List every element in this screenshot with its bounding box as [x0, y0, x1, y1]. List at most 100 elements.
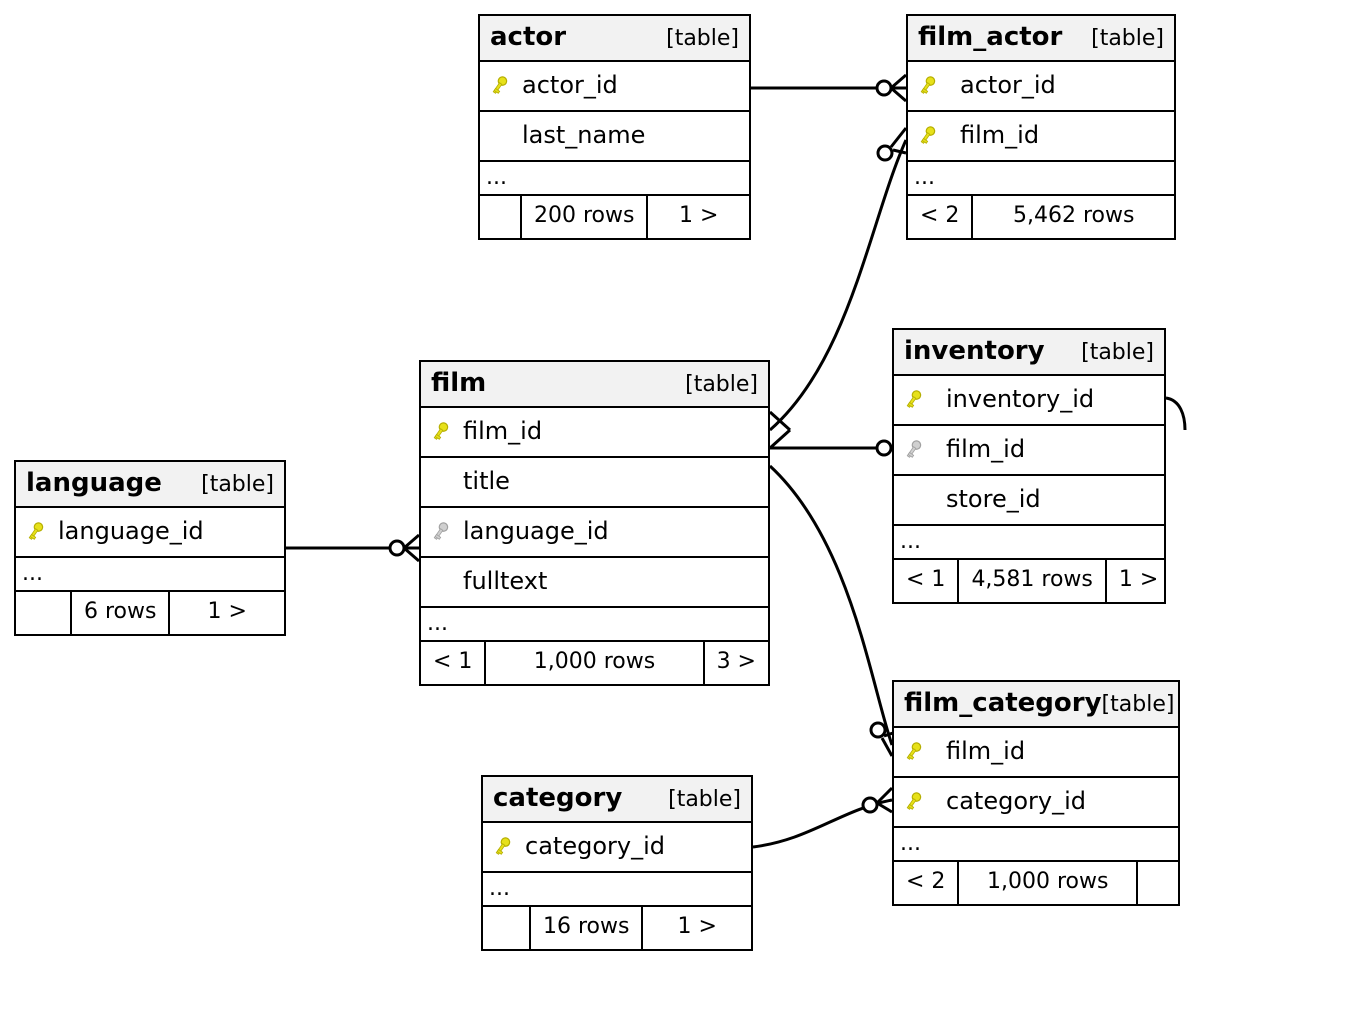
footer-empty	[16, 592, 72, 634]
primary-key-icon	[493, 835, 511, 857]
table-inventory: inventory [table] inventory_id film_id s…	[892, 328, 1166, 604]
table-footer: < 2 1,000 rows	[894, 862, 1178, 904]
row-count: 4,581 rows	[959, 560, 1106, 602]
table-category: category [table] category_id ... 16 rows…	[481, 775, 753, 951]
table-type: [table]	[1091, 26, 1164, 51]
in-count: < 2	[894, 862, 959, 904]
footer-empty	[483, 907, 531, 949]
table-type: [table]	[666, 26, 739, 51]
column-name: category_id	[946, 787, 1086, 815]
table-name: inventory	[904, 336, 1045, 366]
table-type: [table]	[1102, 692, 1175, 717]
primary-key-icon	[904, 790, 922, 812]
row-count: 1,000 rows	[486, 642, 704, 684]
table-film-category: film_category [table] film_id category_i…	[892, 680, 1180, 906]
row-count: 5,462 rows	[973, 196, 1174, 238]
table-actor: actor [table] actor_id last_name ... 200…	[478, 14, 751, 240]
column-name: film_id	[946, 737, 1025, 765]
table-header: film_actor [table]	[908, 16, 1174, 62]
out-count: 1 >	[170, 592, 284, 634]
row-count: 16 rows	[531, 907, 643, 949]
row-count: 6 rows	[72, 592, 170, 634]
edge-actor-filmactor	[751, 75, 906, 101]
foreign-key-icon	[431, 520, 449, 542]
more-columns-ellipsis: ...	[16, 558, 284, 592]
primary-key-icon	[918, 74, 936, 96]
primary-key-icon	[431, 420, 449, 442]
column-name: actor_id	[522, 71, 618, 99]
more-columns-ellipsis: ...	[894, 828, 1178, 862]
column-row: film_id	[421, 408, 768, 458]
more-columns-ellipsis: ...	[421, 608, 768, 642]
column-name: category_id	[525, 832, 665, 860]
in-count: < 1	[894, 560, 959, 602]
table-type: [table]	[668, 787, 741, 812]
out-count: 1 >	[1107, 560, 1170, 602]
table-film: film [table] film_id title language_id f…	[419, 360, 770, 686]
edge-language-film	[286, 535, 419, 561]
table-name: language	[26, 468, 162, 498]
table-name: category	[493, 783, 622, 813]
column-row: language_id	[421, 508, 768, 558]
edge-film-filmcategory	[770, 466, 896, 756]
column-row: film_id	[908, 112, 1174, 162]
footer-empty	[1138, 862, 1178, 904]
column-row: inventory_id	[894, 376, 1164, 426]
footer-empty	[480, 196, 522, 238]
table-name: film_category	[904, 688, 1102, 718]
table-name: film_actor	[918, 22, 1062, 52]
table-language: language [table] language_id ... 6 rows …	[14, 460, 286, 636]
table-type: [table]	[1081, 340, 1154, 365]
edge-inventory-out	[1166, 398, 1185, 430]
column-row: language_id	[16, 508, 284, 558]
primary-key-icon	[26, 520, 44, 542]
column-row: fulltext	[421, 558, 768, 608]
primary-key-icon	[904, 388, 922, 410]
column-name: last_name	[522, 121, 645, 149]
column-name: title	[463, 467, 510, 495]
column-row: film_id	[894, 728, 1178, 778]
more-columns-ellipsis: ...	[480, 162, 749, 196]
primary-key-icon	[904, 740, 922, 762]
out-count: 1 >	[643, 907, 751, 949]
table-header: category [table]	[483, 777, 751, 823]
column-row: actor_id	[480, 62, 749, 112]
column-name: fulltext	[463, 567, 547, 595]
column-row: actor_id	[908, 62, 1174, 112]
table-film-actor: film_actor [table] actor_id film_id ... …	[906, 14, 1176, 240]
row-count: 200 rows	[522, 196, 648, 238]
column-row: film_id	[894, 426, 1164, 476]
er-diagram-canvas: language [table] language_id ... 6 rows …	[0, 0, 1356, 1036]
primary-key-icon	[918, 124, 936, 146]
table-header: inventory [table]	[894, 330, 1164, 376]
table-header: film [table]	[421, 362, 768, 408]
column-row: category_id	[483, 823, 751, 873]
column-row: category_id	[894, 778, 1178, 828]
table-footer: < 1 1,000 rows 3 >	[421, 642, 768, 684]
column-name: film_id	[463, 417, 542, 445]
column-row: last_name	[480, 112, 749, 162]
table-footer: < 1 4,581 rows 1 >	[894, 560, 1164, 602]
table-name: actor	[490, 22, 566, 52]
more-columns-ellipsis: ...	[908, 162, 1174, 196]
more-columns-ellipsis: ...	[894, 526, 1164, 560]
primary-key-icon	[490, 74, 508, 96]
table-footer: < 2 5,462 rows	[908, 196, 1174, 238]
table-header: actor [table]	[480, 16, 749, 62]
table-header: film_category [table]	[894, 682, 1178, 728]
edge-category-filmcategory	[753, 788, 892, 847]
table-name: film	[431, 368, 486, 398]
out-count: 3 >	[705, 642, 768, 684]
column-name: language_id	[58, 517, 204, 545]
column-row: title	[421, 458, 768, 508]
column-name: language_id	[463, 517, 609, 545]
column-name: film_id	[946, 435, 1025, 463]
table-footer: 16 rows 1 >	[483, 907, 751, 949]
in-count: < 1	[421, 642, 486, 684]
row-count: 1,000 rows	[959, 862, 1138, 904]
table-header: language [table]	[16, 462, 284, 508]
edge-film-filmactor	[770, 128, 906, 448]
out-count: 1 >	[648, 196, 749, 238]
more-columns-ellipsis: ...	[483, 873, 751, 907]
column-name: inventory_id	[946, 385, 1094, 413]
